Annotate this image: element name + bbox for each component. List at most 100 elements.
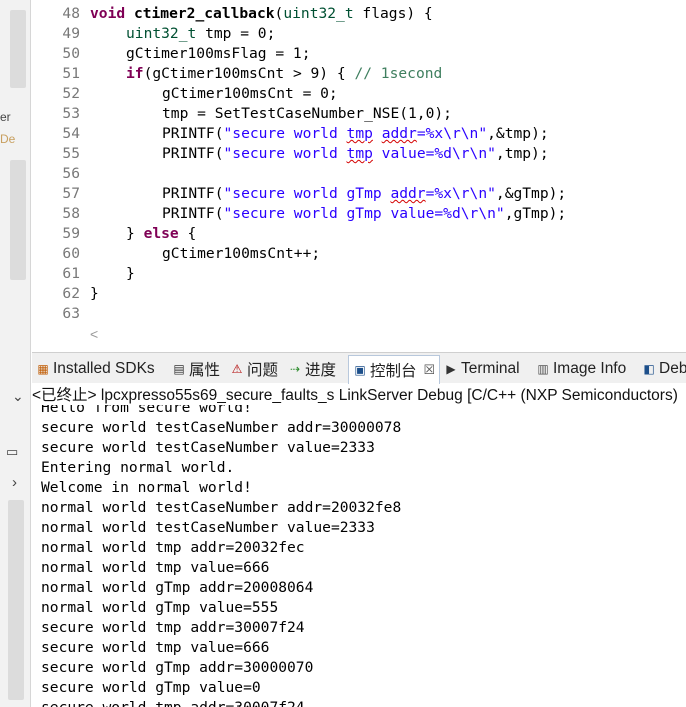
code-token: PRINTF( <box>162 145 224 162</box>
code-line[interactable]: PRINTF("secure world tmp addr=%x\r\n",&t… <box>162 125 549 142</box>
tab-label: 进度 <box>305 362 337 379</box>
image-info-icon: ▥ <box>537 362 549 376</box>
console-line: Hello from secure world! <box>41 405 252 416</box>
progress-icon: ⇢ <box>289 362 301 376</box>
line-number: 57 <box>62 185 80 202</box>
tab-label: 控制台 <box>370 363 417 380</box>
code-line[interactable]: gCtimer100msFlag = 1; <box>126 45 311 62</box>
code-line[interactable]: gCtimer100msCnt = 0; <box>162 85 338 102</box>
code-token: uint32_t <box>283 5 354 22</box>
code-line[interactable]: uint32_t tmp = 0; <box>126 25 275 42</box>
code-token: else <box>143 225 179 242</box>
code-token: PRINTF( <box>162 205 224 222</box>
console-line: normal world tmp value=666 <box>41 559 270 576</box>
console-header: <已终止> lpcxpresso55s69_secure_faults_s Li… <box>32 387 678 404</box>
line-number: 56 <box>62 165 80 182</box>
line-number: 62 <box>62 285 80 302</box>
console-line: normal world tmp addr=20032fec <box>41 539 305 556</box>
code-line[interactable]: if(gCtimer100msCnt > 9) { // 1second <box>126 65 442 82</box>
line-number: 63 <box>62 305 80 322</box>
code-line[interactable]: tmp = SetTestCaseNumber_NSE(1,0); <box>162 105 452 122</box>
tab-terminal[interactable]: ▶ Terminal <box>444 358 519 380</box>
code-line[interactable]: void ctimer2_callback(uint32_t flags) { <box>90 5 433 22</box>
console-line: secure world gTmp value=0 <box>41 679 261 696</box>
line-number: 48 <box>62 5 80 22</box>
console-line: secure world testCaseNumber value=2333 <box>41 439 375 456</box>
tab-problems[interactable]: ⚠ 问题 <box>230 358 278 380</box>
line-number: 58 <box>62 205 80 222</box>
left-scrollbar-thumb[interactable] <box>10 10 26 88</box>
code-line[interactable]: } <box>126 265 135 282</box>
left-panel-strip: er De ⌄ ▭ › <box>0 0 31 707</box>
console-line: secure world tmp addr=30007f24 <box>41 699 305 707</box>
code-token: if <box>126 65 144 82</box>
console-line: normal world testCaseNumber value=2333 <box>41 519 375 536</box>
code-line[interactable]: PRINTF("secure world tmp value=%d\r\n",t… <box>162 145 549 162</box>
code-token: uint32_t <box>126 25 197 42</box>
code-token: "secure world <box>223 125 347 142</box>
line-number: 61 <box>62 265 80 282</box>
tab-label: Image Info <box>553 360 627 377</box>
tab-sdk[interactable]: ▦ Installed SDKs <box>36 358 154 380</box>
console-line: secure world tmp addr=30007f24 <box>41 619 305 636</box>
left-panel-text: er <box>0 110 11 124</box>
code-line[interactable]: PRINTF("secure world gTmp value=%d\r\n",… <box>162 205 566 222</box>
code-token: gCtimer100msCnt = 0; <box>162 85 338 102</box>
console-line: normal world testCaseNumber addr=20032fe… <box>41 499 402 516</box>
left-scrollbar-thumb-2[interactable] <box>10 160 26 280</box>
code-token: PRINTF( <box>162 185 224 202</box>
code-token: "secure world <box>223 145 347 162</box>
tab-debug[interactable]: ◧ Deb <box>642 358 686 380</box>
close-icon[interactable]: ☒ <box>424 362 436 378</box>
code-token: // 1second <box>354 65 443 82</box>
tab-console[interactable]: ▣ 控制台 ☒ <box>348 355 441 384</box>
tab-properties[interactable]: ▤ 属性 <box>172 358 220 380</box>
tab-label: 属性 <box>189 362 221 379</box>
code-token: ,&gTmp); <box>495 185 567 202</box>
code-token: gCtimer100msFlag = 1; <box>126 45 311 62</box>
code-token: void <box>90 5 126 22</box>
arrow-right-icon[interactable]: › <box>12 474 17 491</box>
code-token: "secure world gTmp <box>223 185 391 202</box>
line-number: 59 <box>62 225 80 242</box>
console-line: secure world gTmp addr=30000070 <box>41 659 314 676</box>
left-scrollbar-thumb-3[interactable] <box>8 500 24 700</box>
tab-progress[interactable]: ⇢ 进度 <box>288 358 336 380</box>
line-number: 49 <box>62 25 80 42</box>
console-icon: ▣ <box>354 363 366 377</box>
code-token: tmp <box>346 125 373 142</box>
code-line[interactable]: PRINTF("secure world gTmp addr=%x\r\n",&… <box>162 185 566 202</box>
code-token: tmp = 0; <box>196 25 276 42</box>
code-line[interactable]: gCtimer100msCnt++; <box>162 245 320 262</box>
line-number: 52 <box>62 85 80 102</box>
minimize-icon[interactable]: ▭ <box>6 444 18 460</box>
code-token: addr <box>390 185 426 202</box>
code-token: } <box>126 265 135 282</box>
code-token: =%x\r\n" <box>425 185 496 202</box>
code-token: ctimer2_callback <box>133 5 275 22</box>
code-editor[interactable]: 48 49 50 51 52 53 54 55 56 57 58 59 60 61 62 63 void ct… <box>32 0 686 350</box>
code-token: gCtimer100msCnt++; <box>162 245 321 262</box>
code-token: (gCtimer100msCnt > 9) { <box>143 65 355 82</box>
view-tab-bar: ▦ Installed SDKs ▤ 属性 ⚠ 问题 ⇢ 进度 ▣ 控制台 ☒ ▶ Terminal ▥ I… <box>32 352 686 384</box>
code-token: ,&tmp); <box>487 125 549 142</box>
console-line: Entering normal world. <box>41 459 235 476</box>
console-line: Welcome in normal world! <box>41 479 252 496</box>
line-number: 54 <box>62 125 80 142</box>
horizontal-scroll-left-icon[interactable]: < <box>90 326 98 342</box>
line-number: 60 <box>62 245 80 262</box>
problems-icon: ⚠ <box>231 362 243 376</box>
code-token: ,gTmp); <box>504 205 567 222</box>
debug-icon: ◧ <box>643 362 655 376</box>
tab-image-info[interactable]: ▥ Image Info <box>536 358 626 380</box>
chevron-down-icon[interactable]: ⌄ <box>12 388 24 405</box>
code-token: tmp <box>346 145 373 162</box>
sdk-icon: ▦ <box>37 362 49 376</box>
code-line[interactable]: } else { <box>126 225 196 242</box>
console-line: secure world tmp value=666 <box>41 639 270 656</box>
code-token: { <box>178 225 197 242</box>
console-output[interactable]: Hello from secure world! secure world tes… <box>32 405 686 707</box>
code-token: tmp = SetTestCaseNumber_NSE(1,0); <box>162 105 452 122</box>
code-token: } <box>126 225 144 242</box>
code-line[interactable]: } <box>90 285 99 302</box>
